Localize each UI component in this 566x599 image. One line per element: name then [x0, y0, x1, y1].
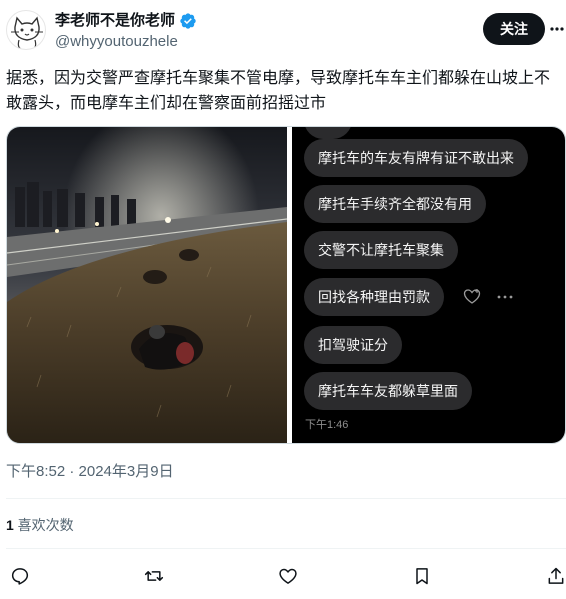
chat-screenshot[interactable]: 摩托车的车友有牌有证不敢出来 摩托车手续齐全都没有用 交警不让摩托车聚集 回找各…: [292, 127, 565, 443]
tweet-text: 据悉，因为交警严查摩托车聚集不管电摩，导致摩托车车主们都躲在山坡上不敢露头，而电…: [6, 70, 551, 112]
retweet-icon: [144, 571, 164, 581]
likes-label: 喜欢次数: [13, 517, 74, 533]
author-handle[interactable]: @whyyoutouzhele: [55, 33, 178, 51]
cat-avatar-icon: [11, 16, 43, 49]
reply-button[interactable]: [8, 564, 32, 588]
media-grid: 摩托车的车友有牌有证不敢出来 摩托车手续齐全都没有用 交警不让摩托车聚集 回找各…: [6, 126, 566, 444]
more-options-icon: [550, 27, 564, 31]
verified-badge-icon: [180, 13, 196, 29]
likes-number: 1: [6, 517, 14, 533]
chat-bubble: 回找各种理由罚款: [304, 278, 444, 316]
tweet-header: 李老师不是你老师 @whyyoutouzhele 关注: [0, 0, 566, 58]
author-name[interactable]: 李老师不是你老师: [55, 12, 197, 30]
retweet-button[interactable]: [142, 564, 166, 588]
chat-more-icon: [497, 295, 513, 299]
bookmark-button[interactable]: [410, 564, 434, 588]
heart-react-icon: [463, 289, 481, 304]
avatar[interactable]: [6, 10, 46, 50]
reply-icon: [11, 568, 29, 585]
photo-illustration: [7, 127, 288, 443]
share-button[interactable]: [544, 564, 566, 588]
like-icon: [279, 568, 297, 584]
tweet-timestamp[interactable]: 下午8:52 · 2024年3月9日: [6, 462, 174, 482]
divider: [6, 548, 566, 549]
chat-bubble-cutoff: [304, 127, 352, 139]
more-options-button[interactable]: [549, 19, 565, 39]
divider: [6, 498, 566, 499]
chat-bubble: 摩托车车友都躲草里面: [304, 372, 472, 410]
bookmark-icon: [416, 568, 428, 585]
chat-timestamp: 下午1:46: [305, 419, 349, 431]
follow-button[interactable]: 关注: [483, 13, 545, 45]
chat-bubble: 扣驾驶证分: [304, 326, 402, 364]
author-name-text[interactable]: 李老师不是你老师: [55, 12, 175, 30]
night-hillside-photo[interactable]: [7, 127, 288, 443]
chat-bubble: 交警不让摩托车聚集: [304, 231, 458, 269]
likes-count[interactable]: 1 喜欢次数: [6, 516, 74, 534]
chat-bubble: 摩托车的车友有牌有证不敢出来: [304, 139, 528, 177]
like-button[interactable]: [276, 564, 300, 588]
chat-bubble: 摩托车手续齐全都没有用: [304, 185, 486, 223]
share-icon: [548, 567, 564, 584]
